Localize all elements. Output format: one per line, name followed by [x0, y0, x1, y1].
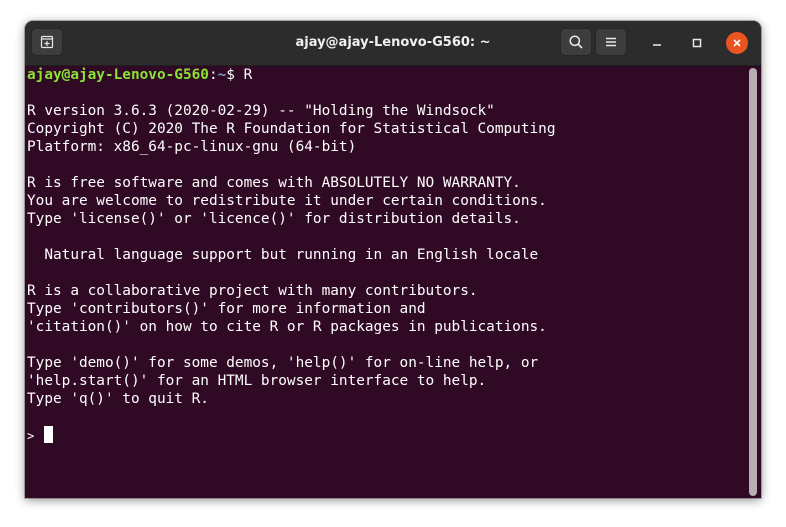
output-line: 'citation()' on how to cite R or R packa…	[27, 319, 547, 335]
close-icon	[733, 39, 741, 47]
new-tab-icon	[40, 35, 54, 49]
output-line: 'help.start()' for an HTML browser inter…	[27, 373, 487, 389]
output-line: Type 'q()' to quit R.	[27, 391, 209, 407]
search-button[interactable]	[560, 28, 592, 56]
output-line: R is a collaborative project with many c…	[27, 283, 478, 299]
maximize-icon	[692, 38, 702, 48]
terminal-window: ajay@ajay-Lenovo-G560: ~ ajay@ajay-Lenov…	[25, 21, 761, 498]
new-tab-button[interactable]	[31, 28, 63, 56]
prompt-user-host: ajay@ajay-Lenovo-G560	[27, 67, 209, 83]
minimize-button[interactable]	[647, 33, 667, 53]
hamburger-menu-icon	[606, 37, 616, 47]
scrollbar[interactable]	[749, 68, 757, 496]
menu-button[interactable]	[595, 28, 627, 56]
output-line: Natural language support but running in …	[27, 247, 539, 263]
maximize-button[interactable]	[687, 33, 707, 53]
shell-prompt-line: ajay@ajay-Lenovo-G560:~$ R	[27, 66, 747, 84]
typed-command: R	[243, 67, 253, 83]
output-line: Copyright (C) 2020 The R Foundation for …	[27, 121, 556, 137]
r-prompt-symbol: >	[27, 429, 35, 443]
output-line: Type 'demo()' for some demos, 'help()' f…	[27, 355, 539, 371]
minimize-icon	[653, 44, 661, 46]
title-bar[interactable]: ajay@ajay-Lenovo-G560: ~	[25, 21, 761, 66]
output-line: Type 'contributors()' for more informati…	[27, 301, 426, 317]
prompt-symbol: $	[226, 67, 244, 83]
search-icon	[569, 35, 583, 49]
output-line: Type 'license()' or 'licence()' for dist…	[27, 211, 521, 227]
prompt-separator: :	[208, 67, 218, 83]
r-prompt-line[interactable]: >	[27, 426, 747, 444]
terminal-output[interactable]: ajay@ajay-Lenovo-G560:~$ R R version 3.6…	[25, 66, 747, 498]
close-button[interactable]	[726, 32, 748, 54]
output-line: You are welcome to redistribute it under…	[27, 193, 547, 209]
output-line: R version 3.6.3 (2020-02-29) -- "Holding…	[27, 103, 495, 119]
prompt-path: ~	[217, 67, 227, 83]
output-line: R is free software and comes with ABSOLU…	[27, 175, 521, 191]
text-cursor	[44, 426, 54, 443]
output-line: Platform: x86_64-pc-linux-gnu (64-bit)	[27, 139, 357, 155]
